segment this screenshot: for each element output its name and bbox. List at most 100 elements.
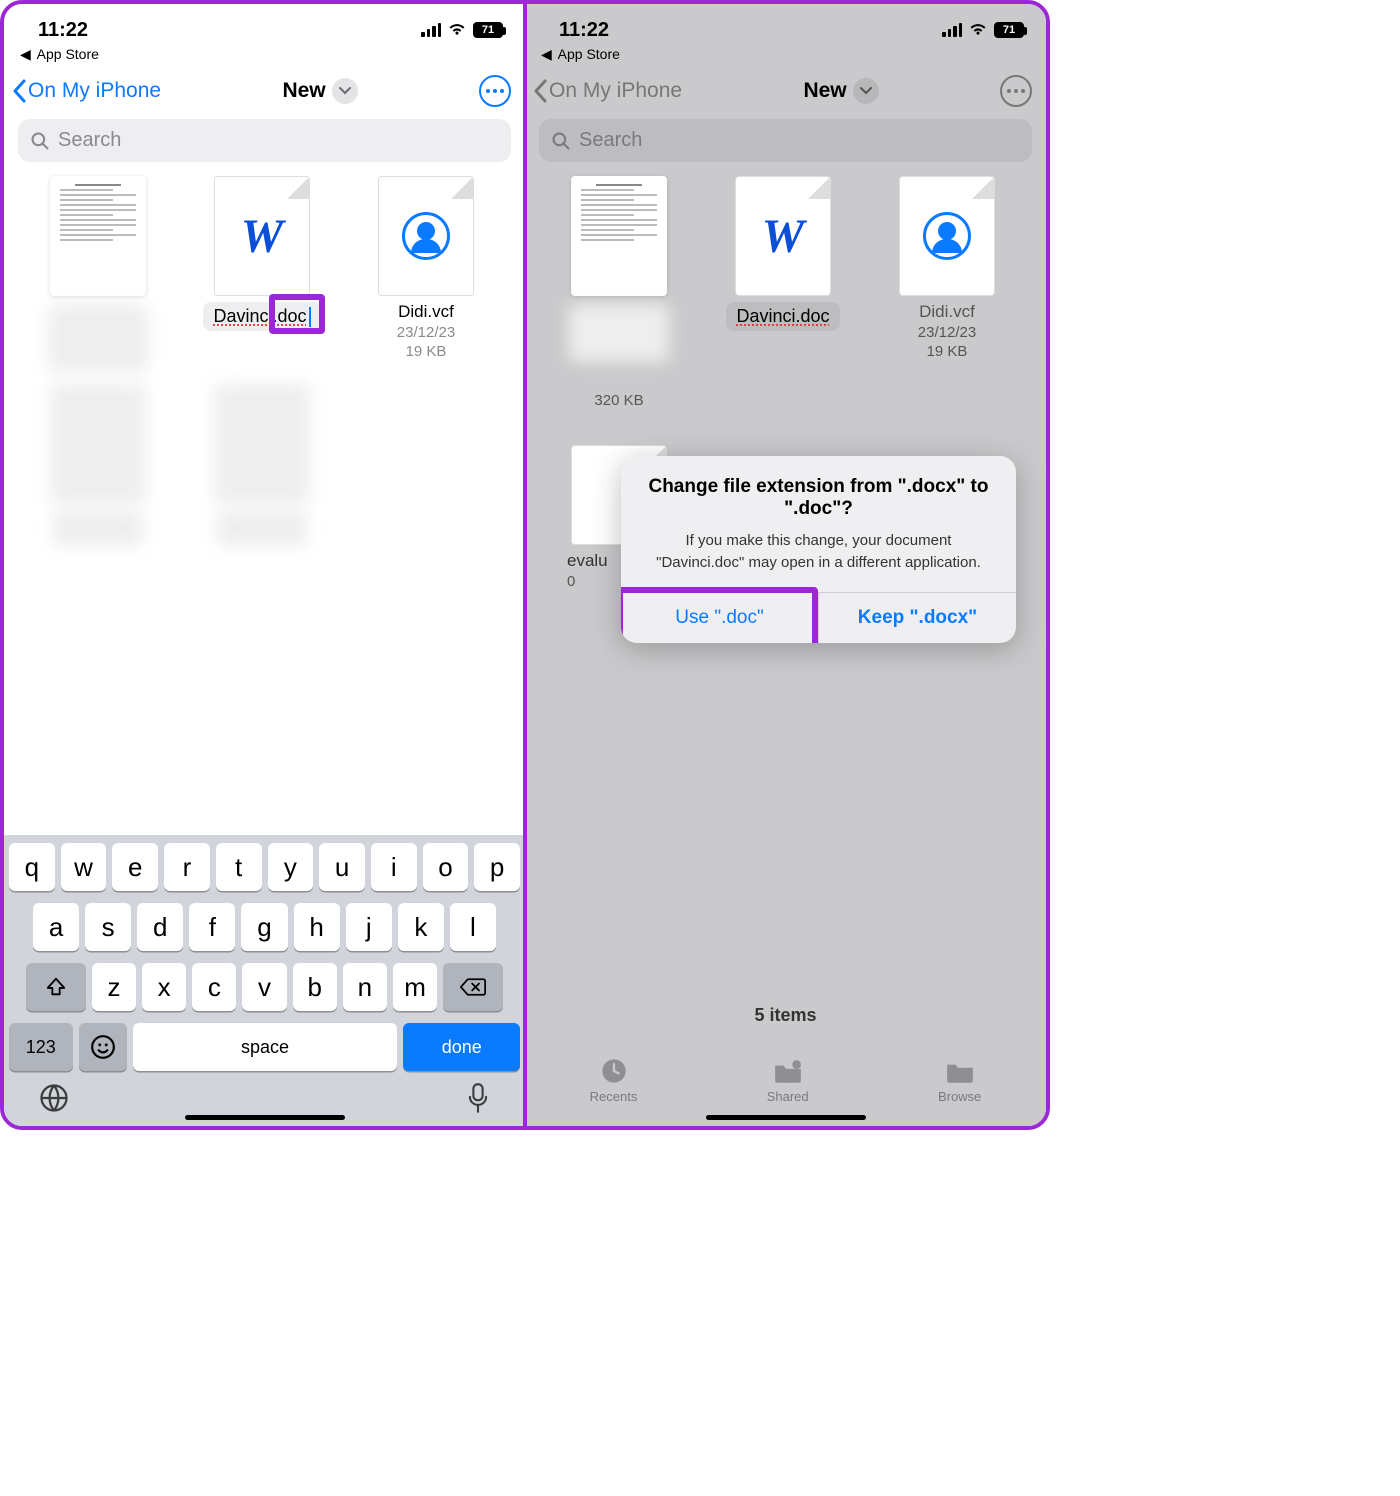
shift-key[interactable] [26,963,86,1011]
done-key[interactable]: done [403,1023,520,1071]
folder-title[interactable]: New [803,78,878,104]
word-doc-icon: W [241,209,284,264]
home-indicator[interactable] [185,1115,345,1120]
key-x[interactable]: x [142,963,186,1011]
key-s[interactable]: s [85,903,131,951]
search-icon [30,131,50,151]
tab-browse[interactable]: Browse [938,1057,981,1104]
more-button[interactable] [479,75,511,107]
redacted-region [214,384,310,504]
more-button[interactable] [1000,75,1032,107]
alert-message: If you make this change, your document "… [621,524,1016,592]
shared-folder-icon [773,1057,803,1085]
items-count: 5 items [525,1005,1046,1026]
file-size: 19 KB [927,343,968,360]
key-r[interactable]: r [164,843,210,891]
file-item[interactable]: 320 KB [549,176,689,409]
file-item[interactable]: Didi.vcf 23/12/23 19 KB [356,176,496,372]
text-cursor [309,307,311,327]
key-c[interactable]: c [192,963,236,1011]
file-name: evalu [549,551,608,571]
redacted-region [569,304,669,362]
file-name: Didi.vcf [919,302,975,322]
redacted-region [50,384,146,504]
numbers-key[interactable]: 123 [9,1023,73,1071]
folder-title[interactable]: New [282,78,357,104]
file-item[interactable] [28,176,168,372]
mic-icon[interactable] [466,1083,490,1120]
back-button[interactable]: On My iPhone [533,79,682,103]
status-time: 11:22 [559,19,609,42]
file-name: Didi.vcf [398,302,454,322]
key-t[interactable]: t [216,843,262,891]
key-g[interactable]: g [241,903,287,951]
file-item[interactable] [28,384,168,546]
chevron-down-icon [853,78,879,104]
key-q[interactable]: q [9,843,55,891]
status-bar: 11:22 71 [4,4,525,46]
file-thumbnail [571,176,667,296]
key-j[interactable]: j [346,903,392,951]
key-v[interactable]: v [242,963,286,1011]
file-size: 19 KB [406,343,447,360]
right-screenshot: 11:22 71 ◀ App Store On My iPhone New [525,4,1046,1126]
key-i[interactable]: i [371,843,417,891]
file-thumbnail [899,176,995,296]
back-label: On My iPhone [28,79,161,103]
key-p[interactable]: p [474,843,520,891]
key-o[interactable]: o [423,843,469,891]
search-placeholder: Search [58,129,121,152]
chevron-left-icon [12,79,26,103]
key-n[interactable]: n [343,963,387,1011]
battery-icon: 71 [994,22,1024,38]
breadcrumb[interactable]: ◀ App Store [525,46,1046,67]
battery-icon: 71 [473,22,503,38]
tab-shared[interactable]: Shared [767,1057,809,1104]
key-y[interactable]: y [268,843,314,891]
wifi-icon [968,19,988,42]
file-thumbnail [378,176,474,296]
chevron-down-icon [332,78,358,104]
left-screenshot: 11:22 71 ◀ App Store On My iPhone New [4,4,525,1126]
file-item[interactable]: Didi.vcf 23/12/23 19 KB [877,176,1017,409]
key-k[interactable]: k [398,903,444,951]
chevron-left-icon [533,79,547,103]
file-thumbnail: W [214,176,310,296]
search-input[interactable]: Search [539,119,1032,162]
key-u[interactable]: u [319,843,365,891]
keyboard[interactable]: qwertyuiop asdfghjkl zxcvbnm 123 space d… [4,835,525,1126]
key-z[interactable]: z [92,963,136,1011]
key-f[interactable]: f [189,903,235,951]
clock-icon [599,1057,629,1085]
status-time: 11:22 [38,19,88,42]
search-input[interactable]: Search [18,119,511,162]
key-e[interactable]: e [112,843,158,891]
key-w[interactable]: w [61,843,107,891]
key-b[interactable]: b [293,963,337,1011]
backspace-key[interactable] [443,963,503,1011]
file-thumbnail [50,176,146,296]
globe-icon[interactable] [39,1083,69,1120]
file-item-renaming[interactable]: W Davinci.doc [192,176,332,372]
key-a[interactable]: a [33,903,79,951]
cellular-icon [942,23,962,37]
home-indicator[interactable] [706,1115,866,1120]
key-h[interactable]: h [294,903,340,951]
tab-recents[interactable]: Recents [590,1057,638,1104]
breadcrumb[interactable]: ◀ App Store [4,46,525,67]
screenshot-divider [523,4,527,1126]
back-button[interactable]: On My iPhone [12,79,161,103]
keep-docx-button[interactable]: Keep ".docx" [818,593,1016,643]
file-item[interactable]: W Davinci.doc [713,176,853,409]
key-d[interactable]: d [137,903,183,951]
file-item[interactable] [192,384,332,546]
key-m[interactable]: m [393,963,437,1011]
use-doc-button[interactable]: Use ".doc" [621,593,818,643]
file-size: 320 KB [594,392,643,409]
emoji-key[interactable] [79,1023,127,1071]
file-name-pill: Davinci.doc [726,302,839,331]
key-l[interactable]: l [450,903,496,951]
search-icon [551,131,571,151]
space-key[interactable]: space [133,1023,398,1071]
rename-input[interactable]: Davinci.doc [203,302,320,331]
